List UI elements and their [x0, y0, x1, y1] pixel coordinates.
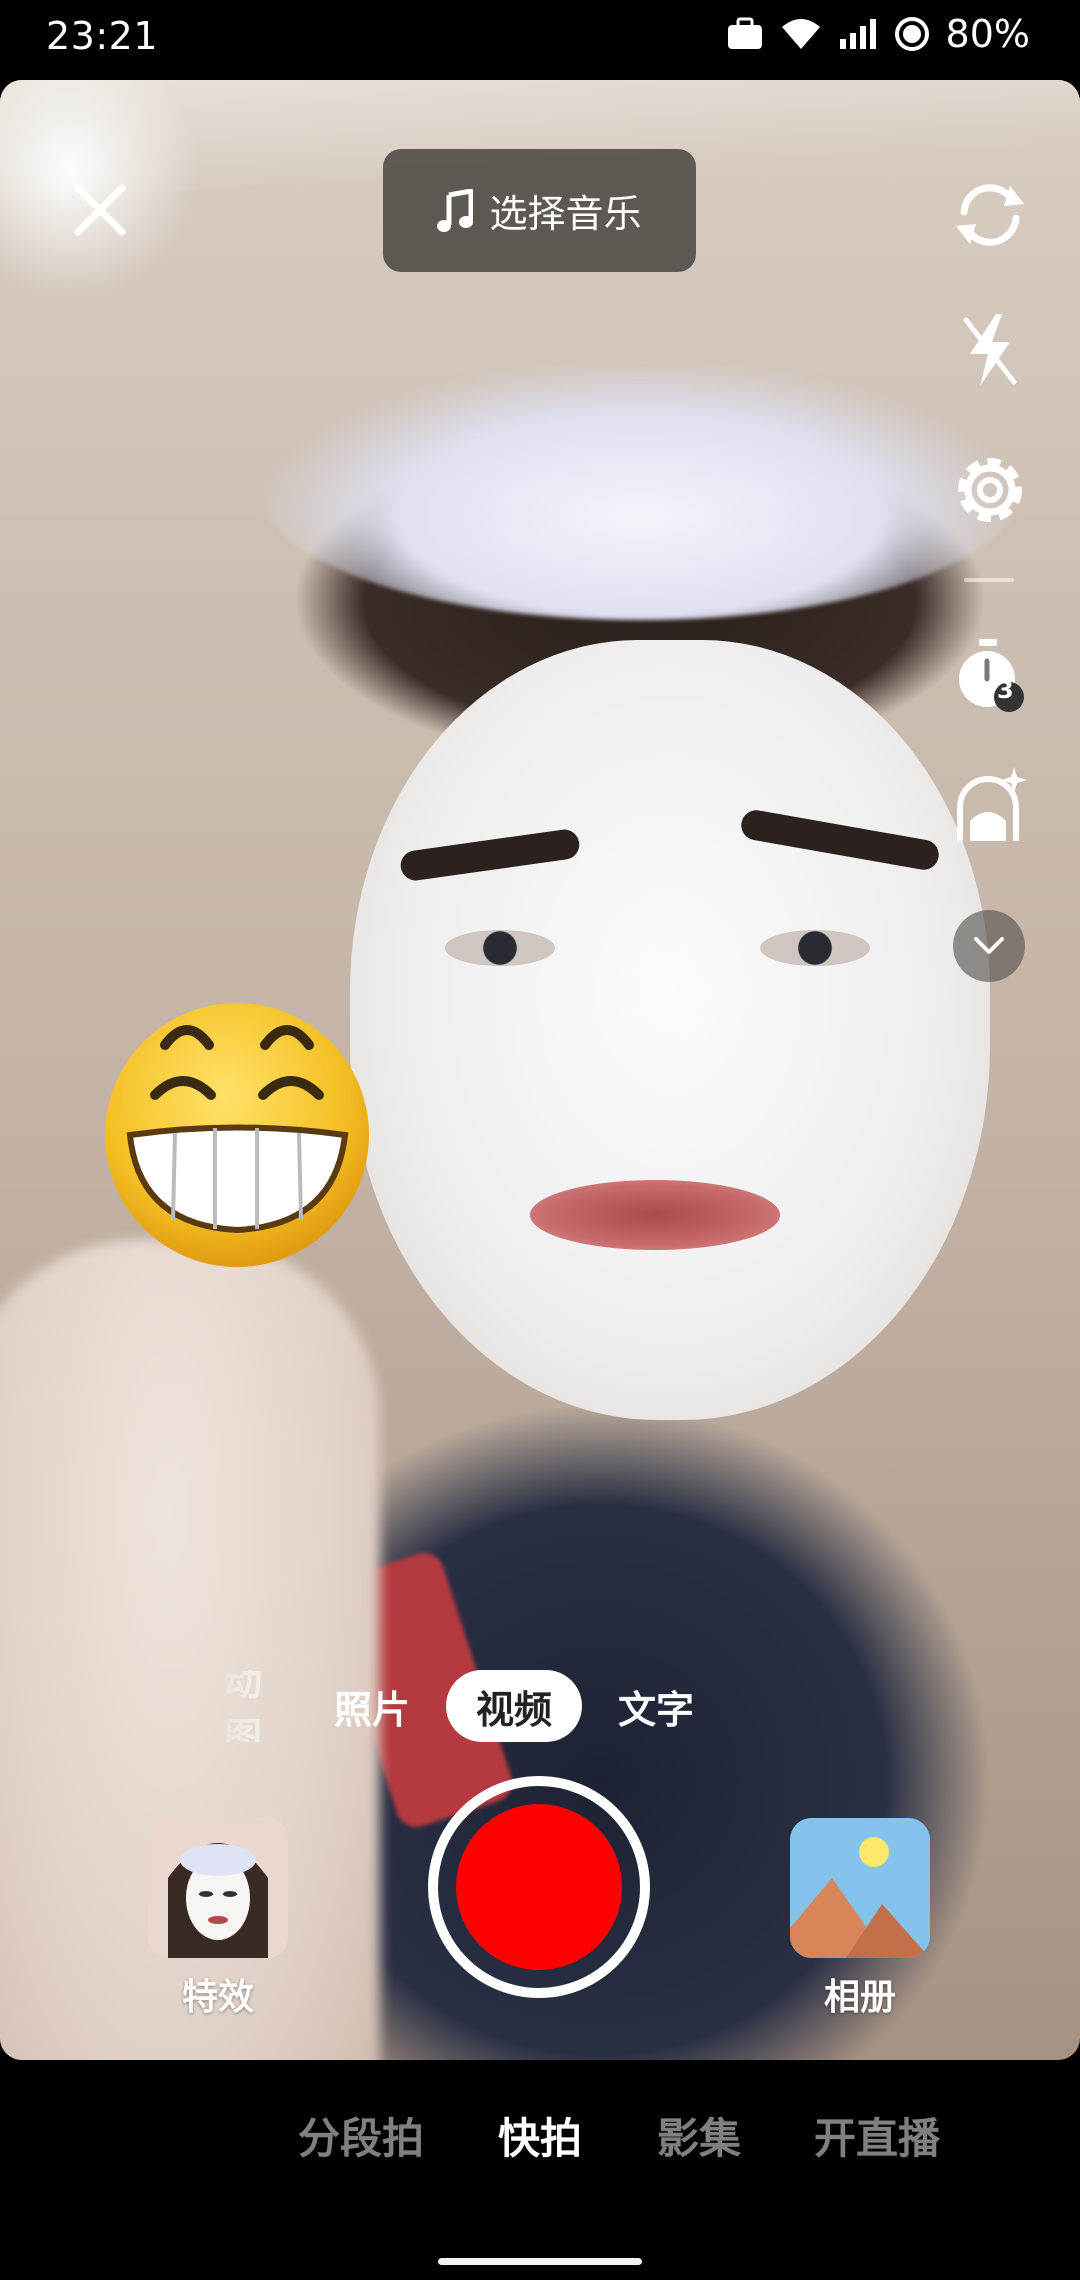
grin-emoji-sticker[interactable]	[95, 985, 380, 1270]
select-music-label: 选择音乐	[489, 192, 642, 236]
status-bar: 23:21 80%	[0, 0, 1080, 78]
select-music-button[interactable]: 选择音乐	[383, 149, 696, 272]
flash-button[interactable]	[945, 305, 1035, 395]
nav-go-live[interactable]: 开直播	[814, 2105, 940, 2166]
album-label: 相册	[823, 1977, 896, 2018]
signal-icon	[838, 17, 878, 51]
effects-preview-icon	[148, 1818, 288, 1958]
tools-divider	[964, 578, 1014, 582]
status-icons: 80%	[726, 12, 1030, 56]
face-mask-effect	[350, 640, 990, 1420]
chevron-down-icon	[974, 937, 1004, 954]
album-button[interactable]	[790, 1818, 930, 1958]
settings-icon	[958, 458, 1022, 522]
expand-tools-button[interactable]	[953, 910, 1025, 982]
gallery-icon	[790, 1818, 930, 1958]
battery-percent: 80%	[945, 12, 1030, 56]
flip-camera-icon	[956, 184, 1024, 246]
camera-viewfinder[interactable]	[0, 80, 1080, 2060]
right-eye	[760, 930, 870, 966]
tab-gif[interactable]: 动图	[200, 1670, 310, 1742]
effects-label: 特效	[181, 1977, 254, 2018]
record-button[interactable]	[428, 1776, 650, 1998]
nav-segment-shoot[interactable]: 分段拍	[298, 2105, 424, 2166]
beauty-button[interactable]	[945, 760, 1035, 850]
cloud-effect	[260, 360, 1020, 620]
timer-button[interactable]: 3	[945, 630, 1035, 720]
effects-button[interactable]	[148, 1818, 288, 1958]
settings-button[interactable]	[945, 445, 1035, 535]
beauty-icon	[957, 767, 1027, 841]
close-button[interactable]	[70, 180, 130, 240]
home-indicator[interactable]	[438, 2258, 642, 2265]
record-button-core	[456, 1804, 622, 1970]
timer-icon	[959, 639, 1024, 712]
flip-camera-button[interactable]	[945, 170, 1035, 260]
tab-photo[interactable]: 照片	[310, 1670, 434, 1742]
nav-album-movie[interactable]: 影集	[657, 2105, 741, 2166]
status-time: 23:21	[46, 14, 159, 58]
close-icon	[74, 184, 126, 236]
tab-video[interactable]: 视频	[446, 1670, 583, 1742]
lips	[530, 1180, 780, 1250]
briefcase-icon	[726, 17, 764, 51]
timer-value: 3	[997, 676, 1014, 704]
flash-off-icon	[963, 314, 1017, 386]
battery-icon	[894, 16, 930, 52]
left-eye	[445, 930, 555, 966]
tab-text[interactable]: 文字	[594, 1670, 718, 1742]
music-note-icon	[437, 188, 474, 232]
capture-mode-tabs: 动图 照片 视频 文字	[200, 1670, 718, 1742]
nav-quick-shoot[interactable]: 快拍	[498, 2105, 582, 2166]
wifi-icon	[780, 17, 822, 51]
